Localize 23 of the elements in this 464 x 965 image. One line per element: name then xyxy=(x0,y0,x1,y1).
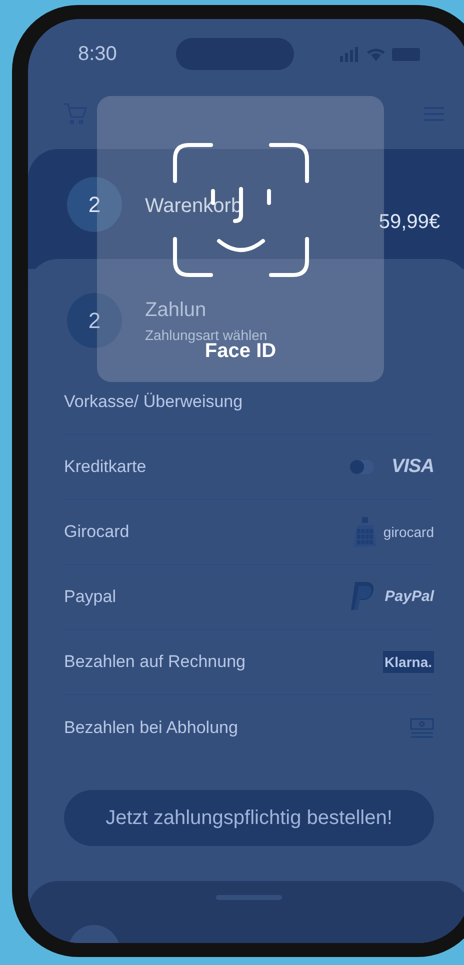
step-title: Zahlun xyxy=(145,298,208,323)
visa-logo: VISA xyxy=(392,454,434,479)
girocard-logo: girocard xyxy=(383,522,434,542)
klarna-logo: Klarna. xyxy=(382,651,434,673)
paypal-p-icon xyxy=(350,582,375,612)
payment-option[interactable]: Kreditkarte VISA xyxy=(64,435,434,500)
face-id-label: Face ID xyxy=(204,340,276,363)
payment-option[interactable]: Bezahlen auf Rechnung Klarna. xyxy=(64,630,434,695)
toggle-switch[interactable] xyxy=(350,460,374,474)
cart-step-card[interactable]: 2 Warenkorb 59,99€ xyxy=(28,149,464,269)
step-number: 2 xyxy=(67,177,122,232)
step-number: 2 xyxy=(67,293,122,348)
cart-total: 59,99€ xyxy=(378,210,440,235)
step-title: Warenkorb xyxy=(145,194,242,219)
payment-option[interactable]: Girocard girocard xyxy=(64,500,434,565)
order-button[interactable]: Jetzt zahlungspflichtig bestellen! xyxy=(64,790,434,846)
payment-option[interactable]: Paypal PayPal xyxy=(64,565,434,630)
payment-option[interactable]: Bezahlen bei Abholung xyxy=(64,695,434,760)
sheet-handle xyxy=(216,895,282,900)
paypal-logo: PayPal xyxy=(384,586,434,607)
status-time: 8:30 xyxy=(78,42,117,67)
payment-option[interactable]: Vorkasse/ Überweisung xyxy=(64,370,434,435)
step-subtitle: Zahlungsart wählen xyxy=(145,326,268,343)
